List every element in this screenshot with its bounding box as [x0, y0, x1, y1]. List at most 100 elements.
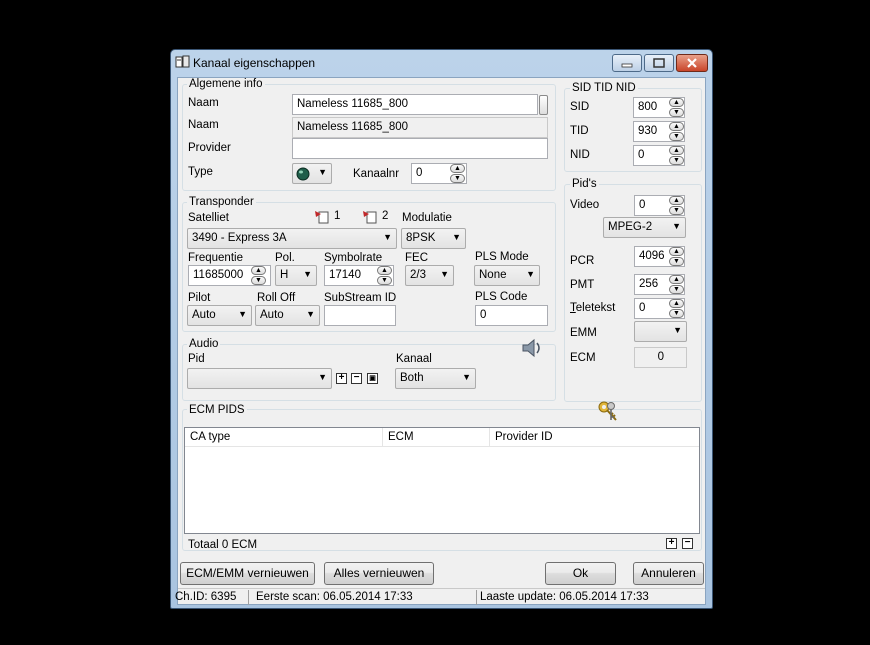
audio-pid-label: Pid [188, 353, 205, 365]
spin-down-icon[interactable]: ▼ [669, 309, 684, 318]
teletext-spinner[interactable]: ▲ ▼ [669, 299, 684, 318]
close-icon [687, 58, 697, 68]
emm-dropdown[interactable]: ▼ [634, 321, 687, 342]
lnb2-label: 2 [382, 210, 389, 222]
name-scroll-handle[interactable] [539, 95, 548, 115]
audio-channel-value: Both [400, 372, 424, 384]
teletext-label: Teletekst [570, 302, 615, 314]
ecm-add-button[interactable]: + [666, 538, 677, 549]
spin-up-icon[interactable]: ▲ [450, 164, 465, 173]
app-icon [175, 55, 190, 68]
spin-up-icon[interactable]: ▲ [669, 146, 684, 155]
spin-up-icon[interactable]: ▲ [251, 266, 266, 275]
column-provider-id[interactable]: Provider ID [490, 428, 699, 446]
audio-remove-button[interactable]: − [351, 373, 362, 384]
name-label: Naam [188, 97, 219, 109]
video-codec-dropdown[interactable]: MPEG-2 ▼ [603, 217, 686, 238]
fec-dropdown[interactable]: 2/3 ▼ [405, 265, 454, 286]
sid-spinner[interactable]: ▲ ▼ [669, 98, 684, 117]
pcr-spinner[interactable]: ▲ ▼ [669, 247, 684, 266]
frequency-label: Frequentie [188, 252, 243, 264]
title-bar[interactable]: Kanaal eigenschappen [171, 50, 712, 76]
pol-label: Pol. [275, 252, 295, 264]
status-separator [476, 590, 477, 605]
lnb1-icon[interactable] [314, 209, 330, 224]
spin-down-icon[interactable]: ▼ [377, 276, 392, 285]
cancel-button[interactable]: Annuleren [633, 562, 704, 585]
emm-label: EMM [570, 327, 597, 339]
modulation-value: 8PSK [406, 232, 436, 244]
spin-down-icon[interactable]: ▼ [669, 132, 684, 141]
spin-up-icon[interactable]: ▲ [669, 275, 684, 284]
plsmode-label: PLS Mode [475, 251, 529, 263]
close-button[interactable] [676, 54, 708, 72]
minimize-button[interactable] [612, 54, 642, 72]
spin-down-icon[interactable]: ▼ [251, 276, 266, 285]
spin-down-icon[interactable]: ▼ [450, 174, 465, 183]
type-dropdown[interactable]: ▼ [292, 163, 332, 184]
pmt-spinner[interactable]: ▲ ▼ [669, 275, 684, 294]
tid-spinner[interactable]: ▲ ▼ [669, 122, 684, 141]
fec-value: 2/3 [410, 269, 426, 281]
plsmode-dropdown[interactable]: None ▼ [474, 265, 540, 286]
status-first-scan: Eerste scan: 06.05.2014 17:33 [256, 591, 413, 603]
spin-up-icon[interactable]: ▲ [669, 122, 684, 131]
spin-down-icon[interactable]: ▼ [669, 206, 684, 215]
name-input[interactable]: Nameless 11685_800 [292, 94, 538, 115]
spin-up-icon[interactable]: ▲ [669, 247, 684, 256]
spin-up-icon[interactable]: ▲ [377, 266, 392, 275]
column-ecm[interactable]: ECM [383, 428, 490, 446]
spin-up-icon[interactable]: ▲ [669, 196, 684, 205]
ecm-remove-button[interactable]: − [682, 538, 693, 549]
spin-down-icon[interactable]: ▼ [669, 285, 684, 294]
maximize-icon [653, 58, 665, 68]
spin-up-icon[interactable]: ▲ [669, 98, 684, 107]
spin-up-icon[interactable]: ▲ [669, 299, 684, 308]
spin-down-icon[interactable]: ▼ [669, 156, 684, 165]
pmt-label: PMT [570, 279, 595, 291]
video-codec-value: MPEG-2 [608, 221, 653, 233]
frequency-spinner[interactable]: ▲ ▼ [251, 266, 266, 285]
satellite-dropdown[interactable]: 3490 - Express 3A ▼ [187, 228, 397, 249]
spin-down-icon[interactable]: ▼ [669, 257, 684, 266]
plscode-input[interactable]: 0 [475, 305, 548, 326]
pids-group-title: Pid's [570, 178, 599, 190]
refresh-all-button[interactable]: Alles vernieuwen [324, 562, 434, 585]
satellite-value: 3490 - Express 3A [192, 232, 287, 244]
ecm-list[interactable]: CA type ECM Provider ID [184, 427, 700, 534]
provider-input[interactable] [292, 138, 548, 159]
ecm-label: ECM [570, 352, 596, 364]
minimize-icon [621, 63, 633, 68]
plsmode-value: None [479, 269, 507, 281]
keys-icon[interactable] [596, 400, 620, 424]
nid-spinner[interactable]: ▲ ▼ [669, 146, 684, 165]
audio-channel-label: Kanaal [396, 353, 432, 365]
rolloff-dropdown[interactable]: Auto ▼ [255, 305, 320, 326]
fec-label: FEC [405, 252, 428, 264]
audio-edit-button[interactable]: ▣ [367, 373, 378, 384]
modulation-label: Modulatie [402, 212, 452, 224]
audio-add-button[interactable]: + [336, 373, 347, 384]
audio-pid-dropdown[interactable]: ▼ [187, 368, 332, 389]
symbolrate-spinner[interactable]: ▲ ▼ [377, 266, 392, 285]
column-ca-type[interactable]: CA type [185, 428, 383, 446]
speaker-icon[interactable] [519, 337, 543, 359]
video-spinner[interactable]: ▲ ▼ [669, 196, 684, 215]
audio-channel-dropdown[interactable]: Both ▼ [395, 368, 476, 389]
spin-down-icon[interactable]: ▼ [669, 108, 684, 117]
chevron-down-icon: ▼ [462, 372, 471, 382]
substream-input[interactable] [324, 305, 396, 326]
channel-number-spinner[interactable]: ▲ ▼ [450, 164, 465, 183]
rolloff-value: Auto [260, 309, 284, 321]
type-label: Type [188, 166, 213, 178]
channel-properties-window: Kanaal eigenschappen Algemene info Naam … [170, 49, 713, 609]
pilot-dropdown[interactable]: Auto ▼ [187, 305, 252, 326]
lnb2-icon[interactable] [362, 209, 378, 224]
ok-button[interactable]: Ok [545, 562, 616, 585]
chevron-down-icon: ▼ [306, 309, 315, 319]
modulation-dropdown[interactable]: 8PSK ▼ [401, 228, 466, 249]
pol-dropdown[interactable]: H ▼ [275, 265, 317, 286]
maximize-button[interactable] [644, 54, 674, 72]
refresh-ecm-emm-button[interactable]: ECM/EMM vernieuwen [180, 562, 315, 585]
dialog-client-area: Algemene info Naam Nameless 11685_800 Na… [175, 77, 706, 605]
